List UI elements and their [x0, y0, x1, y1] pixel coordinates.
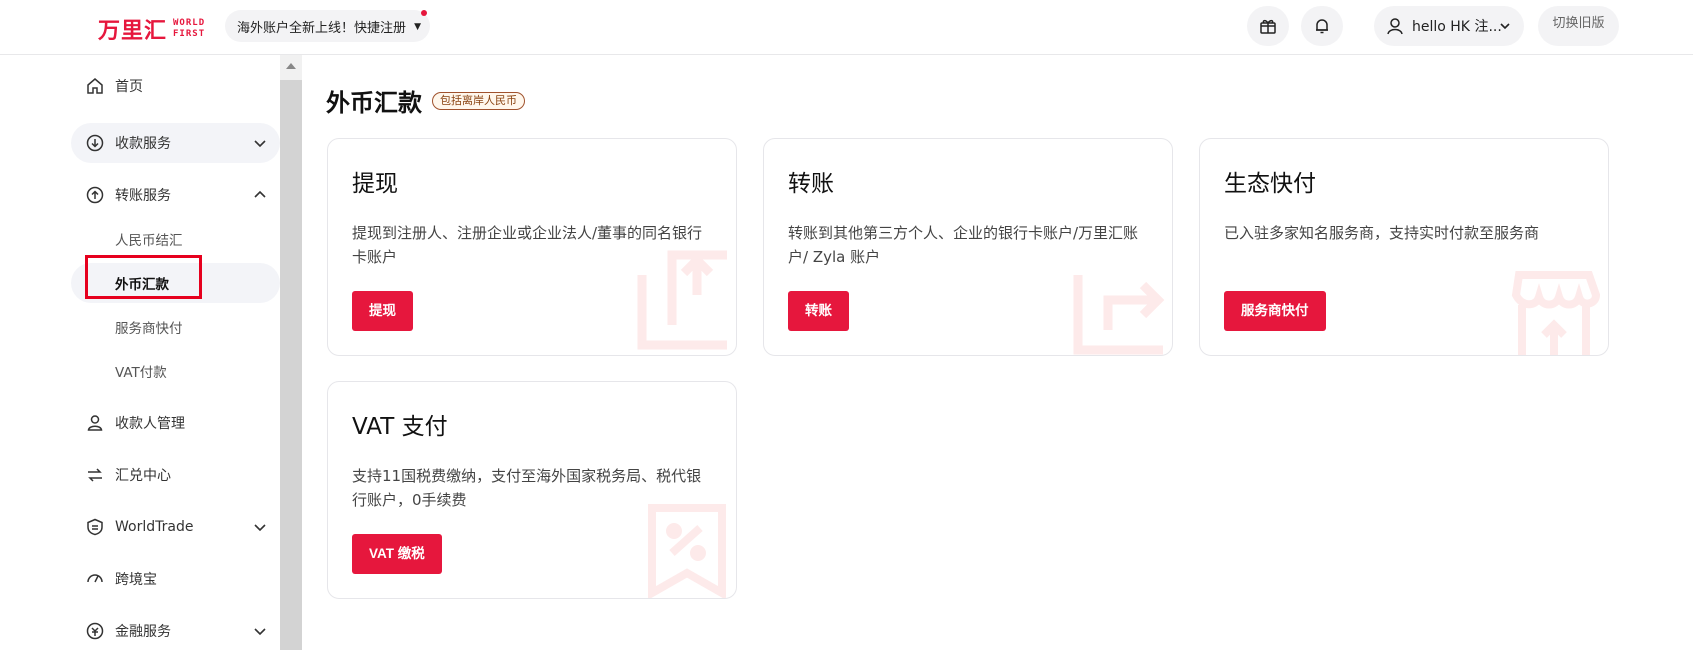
receive-icon — [85, 133, 105, 153]
user-menu-button[interactable]: hello HK 注... — [1374, 6, 1524, 46]
withdraw-icon — [637, 250, 727, 350]
sidebar-item-label: 收款服务 — [115, 136, 171, 152]
offshore-rmb-badge: 包括离岸人民币 — [432, 91, 525, 110]
sidebar-item-label: WorldTrade — [115, 519, 194, 535]
sidebar-item-label: 转账服务 — [115, 188, 171, 204]
page-title: 外币汇款 — [326, 89, 422, 117]
transfer-out-icon — [1073, 275, 1165, 355]
sidebar-item-payee[interactable]: 收款人管理 — [71, 403, 280, 443]
sidebar-subitem-rmb-settlement[interactable]: 人民币结汇 — [71, 219, 280, 259]
sidebar-item-label: 收款人管理 — [115, 416, 185, 432]
logo-en: WORLD FIRST — [173, 18, 205, 40]
sidebar-item-label: 首页 — [115, 79, 143, 95]
sidebar-subitem-provider-pay[interactable]: 服务商快付 — [71, 307, 280, 347]
sidebar-scrollbar[interactable] — [280, 55, 302, 650]
gift-icon — [1260, 19, 1276, 34]
chevron-down-icon — [254, 524, 266, 532]
promo-register-dropdown[interactable]: 海外账户全新上线！快捷注册 ▼ — [225, 10, 431, 42]
provider-pay-button[interactable]: 服务商快付 — [1224, 291, 1326, 331]
transfer-button[interactable]: 转账 — [788, 291, 849, 331]
payee-icon — [85, 413, 105, 433]
chevron-up-icon — [254, 190, 266, 198]
sidebar-subitem-vat-pay[interactable]: VAT付款 — [71, 351, 280, 391]
scroll-up-button[interactable] — [280, 55, 302, 80]
exchange-icon — [85, 465, 105, 485]
chevron-down-icon — [254, 140, 266, 148]
tax-icon — [648, 504, 726, 598]
card-withdraw: 提现 提现到注册人、注册企业或企业法人/董事的同名银行卡账户 提现 — [327, 138, 737, 356]
logo-en-line1: WORLD — [173, 18, 206, 28]
promo-text: 海外账户全新上线！快捷注册 — [237, 20, 407, 36]
bell-icon — [1316, 19, 1328, 34]
sidebar-item-exchange[interactable]: 汇兑中心 — [71, 455, 280, 495]
shop-icon — [1511, 271, 1601, 355]
vat-tax-button[interactable]: VAT 缴税 — [352, 534, 442, 574]
gift-button[interactable] — [1247, 6, 1289, 46]
card-title: 转账 — [788, 171, 834, 197]
logo[interactable]: 万里汇 WORLD FIRST — [98, 13, 205, 45]
home-icon — [85, 76, 105, 96]
sidebar: 首页 收款服务 转账服务 人民币结汇 外币汇款 服务商快付 VAT付款 收款人管… — [0, 55, 280, 650]
caret-down-icon: ▼ — [414, 22, 422, 32]
sidebar-item-label: 跨境宝 — [115, 572, 157, 588]
top-bar: 万里汇 WORLD FIRST 海外账户全新上线！快捷注册 ▼ hello HK… — [0, 0, 1693, 55]
transfer-icon — [85, 185, 105, 205]
page-title-row: 外币汇款 包括离岸人民币 — [326, 83, 525, 118]
main-content: 外币汇款 包括离岸人民币 提现 提现到注册人、注册企业或企业法人/董事的同名银行… — [302, 55, 1693, 650]
card-ecosystem-pay: 生态快付 已入驻多家知名服务商，支持实时付款至服务商 服务商快付 — [1199, 138, 1609, 356]
sidebar-item-label: 汇兑中心 — [115, 468, 171, 484]
user-icon — [1387, 18, 1403, 35]
card-vat-pay: VAT 支付 支持11国税费缴纳，支付至海外国家税务局、税代银行账户，0手续费 … — [327, 381, 737, 599]
card-title: 提现 — [352, 171, 398, 197]
sidebar-item-transfer[interactable]: 转账服务 — [71, 175, 280, 215]
withdraw-button[interactable]: 提现 — [352, 291, 413, 331]
chevron-down-icon — [1500, 23, 1510, 30]
highlight-annotation-box — [85, 255, 202, 299]
worldtrade-icon — [85, 517, 105, 537]
sidebar-item-worldtrade[interactable]: WorldTrade — [71, 507, 280, 547]
sidebar-item-crossborder[interactable]: 跨境宝 — [71, 559, 280, 599]
finance-icon — [85, 621, 105, 641]
sidebar-item-receive[interactable]: 收款服务 — [71, 123, 280, 163]
card-description: 已入驻多家知名服务商，支持实时付款至服务商 — [1224, 224, 1540, 242]
sidebar-item-finance[interactable]: 金融服务 — [71, 611, 280, 651]
sidebar-item-label: 金融服务 — [115, 624, 171, 640]
card-title: 生态快付 — [1224, 171, 1316, 197]
card-title: VAT 支付 — [352, 414, 448, 440]
logo-cn: 万里汇 — [98, 19, 168, 44]
sidebar-item-home[interactable]: 首页 — [71, 66, 280, 106]
logo-en-line2: FIRST — [173, 29, 206, 39]
switch-old-version-button[interactable]: 切换旧版 — [1538, 6, 1619, 46]
chevron-down-icon — [254, 628, 266, 636]
crossborder-icon — [85, 569, 105, 589]
scroll-up-arrow-icon — [286, 63, 296, 69]
card-transfer: 转账 转账到其他第三方个人、企业的银行卡账户/万里汇账户/ Zyla 账户 转账 — [763, 138, 1173, 356]
user-name: hello HK 注... — [1412, 19, 1502, 35]
notification-button[interactable] — [1301, 6, 1343, 46]
notification-dot — [421, 10, 428, 16]
